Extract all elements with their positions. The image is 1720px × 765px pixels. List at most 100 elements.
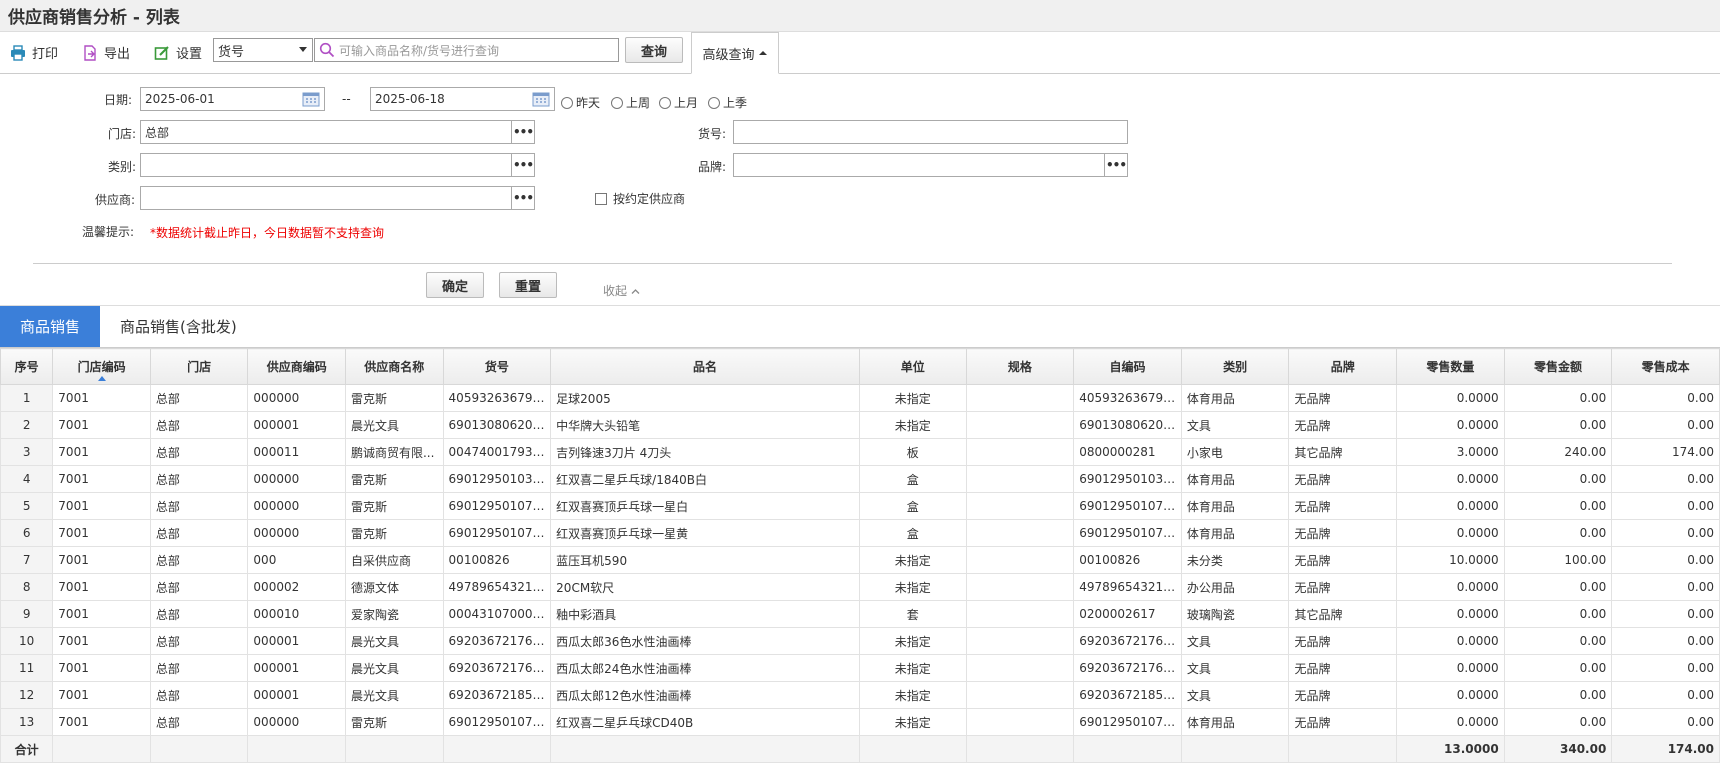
col-header[interactable]: 单位	[858, 348, 967, 385]
table-row[interactable]: 5 7001 总部 000000 雷克斯 6901295010757 红双喜赛顶乒乓球一星白…	[0, 492, 1720, 520]
advanced-query-panel: 日期: 2025-06-01 -- 2025-06-18 昨天 上周 上月 上季…	[0, 74, 1720, 306]
tab-product-sales[interactable]: 商品销售	[0, 306, 101, 347]
table-cell: 7001	[52, 438, 151, 466]
radio-last-quarter[interactable]: 上季	[708, 94, 747, 111]
tip-text: *数据统计截止昨日，今日数据暂不支持查询	[150, 226, 385, 240]
table-cell: 0.00	[1611, 708, 1720, 736]
table-cell: 6901295010733	[1073, 708, 1182, 736]
col-header[interactable]: 类别	[1180, 348, 1290, 385]
supplier-picker-button[interactable]: •••	[511, 186, 535, 210]
brand-field[interactable]	[733, 153, 1105, 177]
summary-cell	[1073, 735, 1182, 763]
table-row[interactable]: 7 7001 总部 000 自采供应商 00100826 蓝压耳机590 未指定 0010082…	[0, 546, 1720, 574]
table-row[interactable]: 12 7001 总部 000001 晨光文具 6920367218563 西瓜太郎12色水性…	[0, 681, 1720, 709]
search-input[interactable]: 可输入商品名称/货号进行查询	[314, 38, 619, 62]
radio-label: 上月	[674, 96, 699, 110]
supplier-field[interactable]	[140, 186, 512, 210]
table-cell: 总部	[149, 411, 249, 439]
table-row[interactable]: 11 7001 总部 000001 晨光文具 6920367217641 西瓜太郎24色水性…	[0, 654, 1720, 682]
sku-field[interactable]	[733, 120, 1128, 144]
form-divider	[33, 263, 1672, 264]
table-cell: 体育用品	[1180, 465, 1290, 493]
col-header[interactable]: 规格	[965, 348, 1075, 385]
category-field[interactable]	[140, 153, 512, 177]
table-cell: 玻璃陶瓷	[1180, 600, 1290, 628]
table-row[interactable]: 1 7001 总部 000000 雷克斯 4059326367904 足球2005 未指定 40…	[0, 384, 1720, 412]
radio-last-month[interactable]: 上月	[659, 94, 698, 111]
store-field[interactable]: 总部	[140, 120, 512, 144]
col-header[interactable]: 自编码	[1073, 348, 1182, 385]
print-button[interactable]: 打印	[10, 43, 58, 62]
date-from-field[interactable]: 2025-06-01	[140, 87, 325, 111]
table-cell: 7001	[52, 654, 151, 682]
table-row[interactable]: 2 7001 总部 000001 晨光文具 6901308062094 中华牌大头铅笔 未指定…	[0, 411, 1720, 439]
table-cell: 000010	[247, 600, 346, 628]
query-button[interactable]: 查询	[625, 37, 683, 63]
table-row[interactable]: 10 7001 总部 000001 晨光文具 6920367217658 西瓜太郎36色水性…	[0, 627, 1720, 655]
store-picker-button[interactable]: •••	[511, 120, 535, 144]
table-row[interactable]: 13 7001 总部 000000 雷克斯 6901295010733 红双喜二星乒乓球CD…	[0, 708, 1720, 736]
collapse-toggle[interactable]: 收起	[603, 282, 640, 299]
col-header[interactable]: 零售成本	[1611, 348, 1720, 385]
store-value: 总部	[145, 125, 170, 140]
table-row[interactable]: 6 7001 总部 000000 雷克斯 6901295010764 红双喜赛顶乒乓球一星黄…	[0, 519, 1720, 547]
table-cell: 0.0000	[1396, 411, 1505, 439]
table-cell: 总部	[149, 492, 249, 520]
summary-cell	[550, 735, 860, 763]
col-header[interactable]: 品名	[550, 348, 860, 385]
search-field-select[interactable]: 货号	[213, 38, 313, 62]
tab-product-sales-wholesale[interactable]: 商品销售(含批发)	[100, 306, 257, 347]
calendar-icon[interactable]	[532, 91, 550, 107]
table-header-row: 序号 门店编码 门店 供应商编码 供应商名称 货号 品名 单位 规格 自编码 类…	[0, 348, 1720, 385]
col-header[interactable]: 品牌	[1288, 348, 1398, 385]
radio-label: 上周	[626, 96, 651, 110]
col-header[interactable]: 零售数量	[1396, 348, 1505, 385]
table-cell: 无品牌	[1288, 654, 1398, 682]
brand-label: 品牌:	[698, 160, 727, 174]
col-header[interactable]: 供应商名称	[344, 348, 444, 385]
table-row[interactable]: 3 7001 总部 000011 鹏诚商贸有限... 0047400179349 吉列锋速3…	[0, 438, 1720, 466]
col-header[interactable]: 供应商编码	[247, 348, 346, 385]
table-cell: 釉中彩酒具	[550, 600, 860, 628]
table-cell: 0.00	[1611, 492, 1720, 520]
table-cell: 盒	[858, 465, 967, 493]
table-cell: 盒	[858, 492, 967, 520]
sort-asc-icon	[97, 376, 106, 381]
table-cell: 无品牌	[1288, 492, 1398, 520]
calendar-icon[interactable]	[302, 91, 320, 107]
table-cell: 0.00	[1503, 654, 1613, 682]
table-cell: 6901295010344	[1073, 465, 1182, 493]
table-cell	[965, 681, 1075, 709]
summary-cell	[1180, 735, 1290, 763]
summary-cell	[965, 735, 1075, 763]
col-header[interactable]: 序号	[0, 348, 54, 385]
col-header[interactable]: 门店	[149, 348, 249, 385]
brand-picker-button[interactable]: •••	[1104, 153, 1128, 177]
table-cell: 0.0000	[1396, 573, 1505, 601]
table-cell: 文具	[1180, 411, 1290, 439]
col-header[interactable]: 零售金额	[1503, 348, 1613, 385]
col-header-store-code[interactable]: 门店编码	[52, 348, 151, 385]
radio-yesterday[interactable]: 昨天	[561, 94, 600, 111]
confirm-button[interactable]: 确定	[426, 272, 484, 298]
table-row[interactable]: 9 7001 总部 000010 爱家陶瓷 0004310700049 釉中彩酒具套 0200…	[0, 600, 1720, 628]
by-contract-supplier-checkbox[interactable]: 按约定供应商	[595, 190, 685, 207]
date-to-field[interactable]: 2025-06-18	[370, 87, 555, 111]
radio-last-week[interactable]: 上周	[611, 94, 650, 111]
table-cell: 未指定	[858, 411, 967, 439]
col-header[interactable]: 货号	[442, 348, 552, 385]
export-button[interactable]: 导出	[82, 43, 130, 62]
table-row[interactable]: 8 7001 总部 000002 德源文体 4978965432111 20CM软尺 未指定 4…	[0, 573, 1720, 601]
advanced-query-tab[interactable]: 高级查询	[691, 32, 779, 74]
category-label: 类别:	[108, 160, 137, 174]
table-cell: 0.00	[1503, 708, 1613, 736]
settings-button[interactable]: 设置	[154, 43, 202, 62]
reset-button[interactable]: 重置	[499, 272, 557, 298]
export-label: 导出	[104, 47, 131, 62]
table-cell: 4	[0, 465, 54, 493]
table-row[interactable]: 4 7001 总部 000000 雷克斯 6901295010344 红双喜二星乒乓球/18…	[0, 465, 1720, 493]
category-picker-button[interactable]: •••	[511, 153, 535, 177]
table-cell: 000000	[247, 492, 346, 520]
toolbar: 打印 导出 设置 货号 可输入商品名称/货号进行查询 查询 高级查询	[0, 32, 1720, 74]
table-cell: 0.00	[1611, 627, 1720, 655]
